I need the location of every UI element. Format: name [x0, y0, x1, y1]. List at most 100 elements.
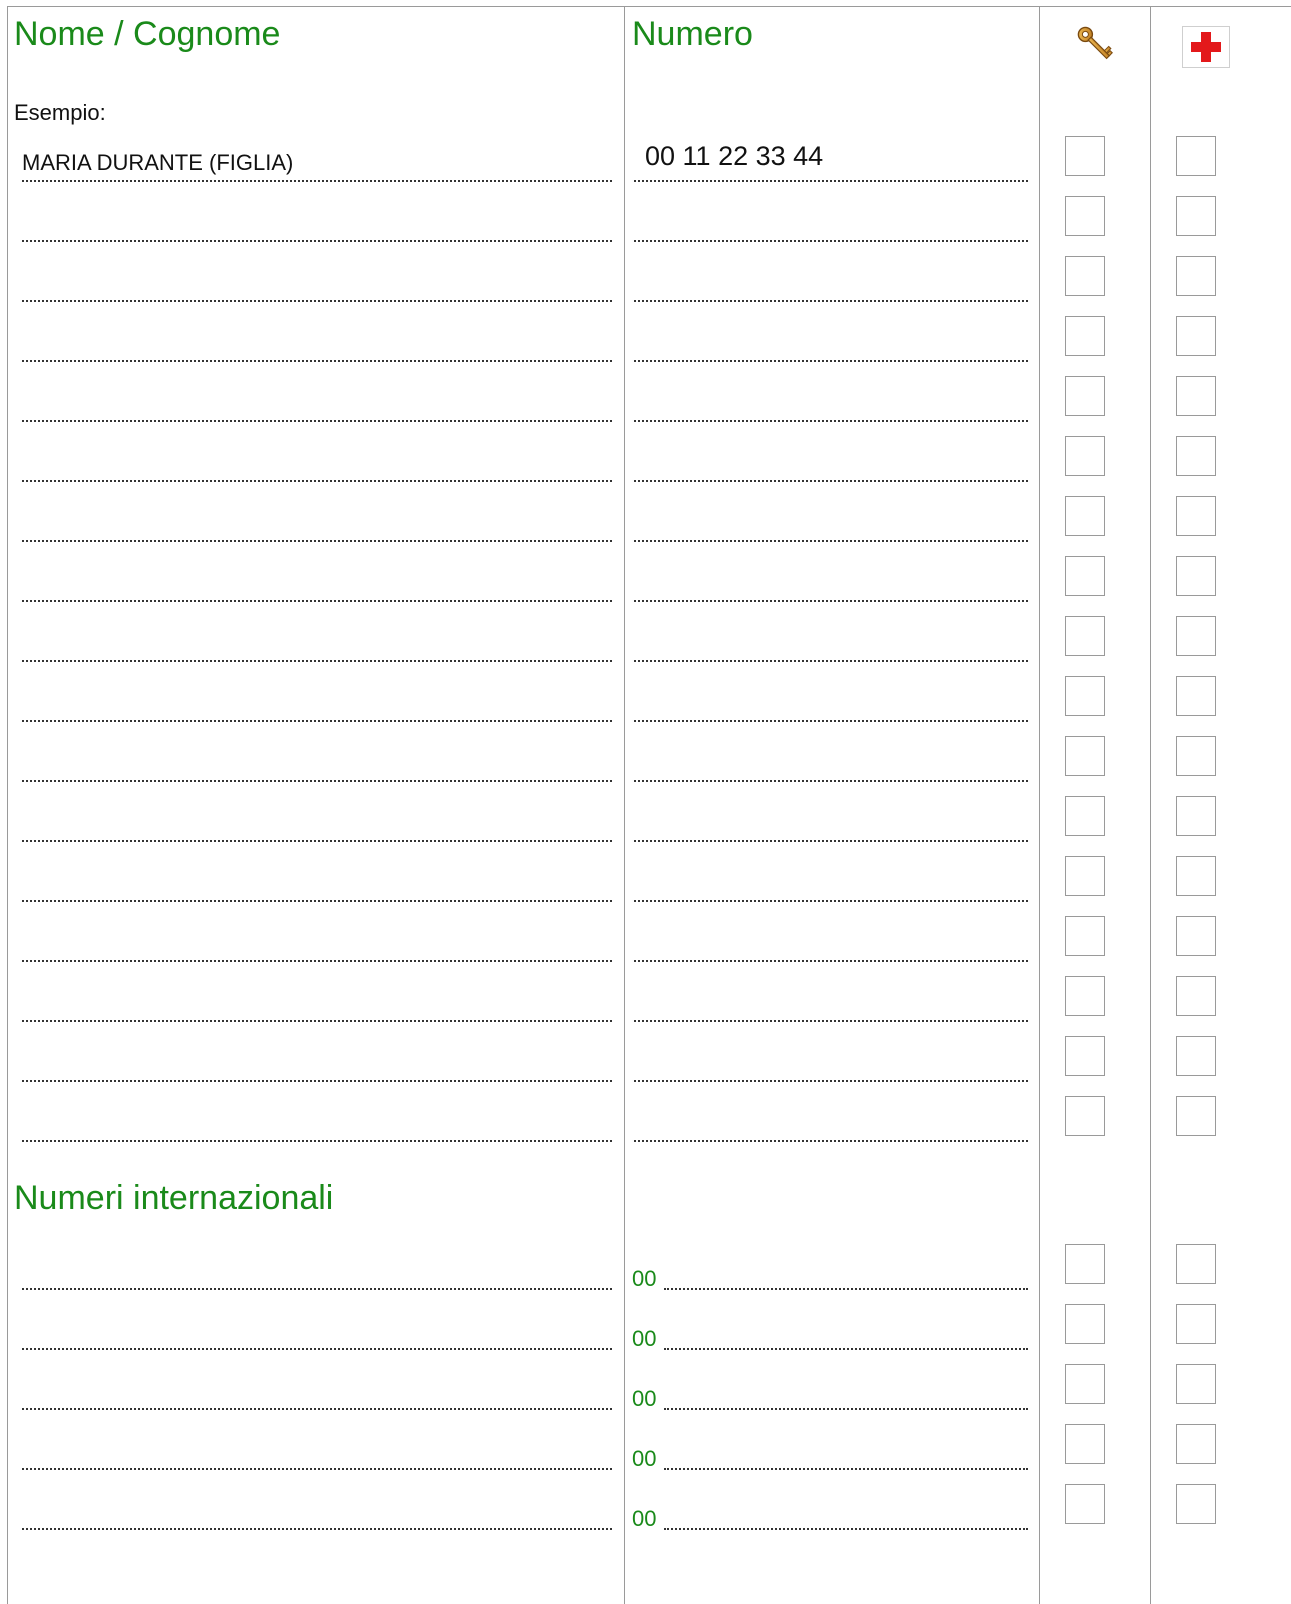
- international-number-field-line[interactable]: [664, 1348, 1028, 1350]
- key-checkbox[interactable]: [1065, 676, 1105, 716]
- international-prefix: 00: [632, 1266, 659, 1292]
- number-field-line[interactable]: [634, 600, 1028, 602]
- name-field-line[interactable]: [22, 1020, 612, 1022]
- key-checkbox[interactable]: [1065, 556, 1105, 596]
- key-checkbox[interactable]: [1065, 1244, 1105, 1284]
- key-checkbox[interactable]: [1065, 856, 1105, 896]
- name-field-line[interactable]: [22, 960, 612, 962]
- first-aid-checkbox[interactable]: [1176, 436, 1216, 476]
- first-aid-checkbox[interactable]: [1176, 1244, 1216, 1284]
- first-aid-checkbox[interactable]: [1176, 1364, 1216, 1404]
- name-field-line[interactable]: [22, 1140, 612, 1142]
- first-aid-checkbox[interactable]: [1176, 1036, 1216, 1076]
- name-field-line[interactable]: [22, 780, 612, 782]
- first-aid-checkbox[interactable]: [1176, 316, 1216, 356]
- number-field-line[interactable]: [634, 840, 1028, 842]
- number-field-line[interactable]: [634, 720, 1028, 722]
- column-divider-name-number: [624, 6, 625, 1604]
- name-field-line[interactable]: [22, 900, 612, 902]
- key-checkbox[interactable]: [1065, 1304, 1105, 1344]
- key-checkbox[interactable]: [1065, 196, 1105, 236]
- number-field-line[interactable]: [634, 960, 1028, 962]
- number-field-line[interactable]: [634, 300, 1028, 302]
- name-field-line[interactable]: [22, 240, 612, 242]
- international-name-field-line[interactable]: [22, 1288, 612, 1290]
- international-name-field-line[interactable]: [22, 1348, 612, 1350]
- number-field-line[interactable]: [634, 480, 1028, 482]
- name-field-line[interactable]: [22, 1080, 612, 1082]
- column-divider-key-cross: [1150, 6, 1151, 1604]
- name-field-line[interactable]: [22, 300, 612, 302]
- international-name-field-line[interactable]: [22, 1468, 612, 1470]
- first-aid-checkbox[interactable]: [1176, 136, 1216, 176]
- international-name-field-line[interactable]: [22, 1528, 612, 1530]
- first-aid-checkbox[interactable]: [1176, 496, 1216, 536]
- first-aid-checkbox[interactable]: [1176, 1096, 1216, 1136]
- first-aid-checkbox[interactable]: [1176, 196, 1216, 236]
- key-checkbox[interactable]: [1065, 976, 1105, 1016]
- name-field-line[interactable]: [22, 360, 612, 362]
- key-checkbox[interactable]: [1065, 1096, 1105, 1136]
- number-field-line[interactable]: [634, 900, 1028, 902]
- key-checkbox[interactable]: [1065, 796, 1105, 836]
- key-checkbox[interactable]: [1065, 436, 1105, 476]
- name-field-line[interactable]: [22, 180, 612, 182]
- international-number-field-line[interactable]: [664, 1408, 1028, 1410]
- number-field-line[interactable]: [634, 1140, 1028, 1142]
- example-label: Esempio:: [14, 100, 106, 125]
- key-checkbox[interactable]: [1065, 616, 1105, 656]
- first-aid-checkbox[interactable]: [1176, 1304, 1216, 1344]
- name-field-line[interactable]: [22, 540, 612, 542]
- key-checkbox[interactable]: [1065, 1364, 1105, 1404]
- first-aid-checkbox[interactable]: [1176, 616, 1216, 656]
- number-field-line[interactable]: [634, 240, 1028, 242]
- international-prefix: 00: [632, 1506, 659, 1532]
- first-aid-checkbox[interactable]: [1176, 1484, 1216, 1524]
- red-cross-icon: [1182, 26, 1230, 68]
- first-aid-checkbox[interactable]: [1176, 976, 1216, 1016]
- number-field-line[interactable]: [634, 540, 1028, 542]
- name-field-line[interactable]: [22, 480, 612, 482]
- first-aid-checkbox[interactable]: [1176, 676, 1216, 716]
- first-aid-checkbox[interactable]: [1176, 556, 1216, 596]
- international-number-field-line[interactable]: [664, 1288, 1028, 1290]
- number-field-line[interactable]: [634, 780, 1028, 782]
- first-aid-checkbox[interactable]: [1176, 916, 1216, 956]
- first-aid-checkbox[interactable]: [1176, 256, 1216, 296]
- key-checkbox[interactable]: [1065, 316, 1105, 356]
- international-number-field-line[interactable]: [664, 1528, 1028, 1530]
- number-field-line[interactable]: [634, 180, 1028, 182]
- number-field-line[interactable]: [634, 1080, 1028, 1082]
- contact-sheet: Nome / Cognome Numero Esempio: MARIA DUR…: [0, 0, 1291, 1604]
- key-checkbox[interactable]: [1065, 1036, 1105, 1076]
- name-field-line[interactable]: [22, 720, 612, 722]
- first-aid-checkbox[interactable]: [1176, 1424, 1216, 1464]
- first-aid-checkbox[interactable]: [1176, 736, 1216, 776]
- key-checkbox[interactable]: [1065, 496, 1105, 536]
- key-checkbox[interactable]: [1065, 136, 1105, 176]
- name-field-line[interactable]: [22, 840, 612, 842]
- international-prefix: 00: [632, 1446, 659, 1472]
- international-number-field-line[interactable]: [664, 1468, 1028, 1470]
- key-checkbox[interactable]: [1065, 376, 1105, 416]
- key-checkbox[interactable]: [1065, 256, 1105, 296]
- number-field-line[interactable]: [634, 660, 1028, 662]
- international-prefix: 00: [632, 1326, 659, 1352]
- name-field-line[interactable]: [22, 660, 612, 662]
- first-aid-checkbox[interactable]: [1176, 376, 1216, 416]
- number-field-line[interactable]: [634, 360, 1028, 362]
- international-name-field-line[interactable]: [22, 1408, 612, 1410]
- name-field-line[interactable]: [22, 420, 612, 422]
- name-field-line[interactable]: [22, 600, 612, 602]
- top-border: [7, 6, 1291, 7]
- first-aid-checkbox[interactable]: [1176, 796, 1216, 836]
- key-checkbox[interactable]: [1065, 916, 1105, 956]
- key-checkbox[interactable]: [1065, 1484, 1105, 1524]
- first-aid-checkbox[interactable]: [1176, 856, 1216, 896]
- key-checkbox[interactable]: [1065, 1424, 1105, 1464]
- number-field-line[interactable]: [634, 1020, 1028, 1022]
- key-checkbox[interactable]: [1065, 736, 1105, 776]
- example-name: MARIA DURANTE (FIGLIA): [22, 150, 294, 175]
- left-border: [7, 6, 8, 1604]
- number-field-line[interactable]: [634, 420, 1028, 422]
